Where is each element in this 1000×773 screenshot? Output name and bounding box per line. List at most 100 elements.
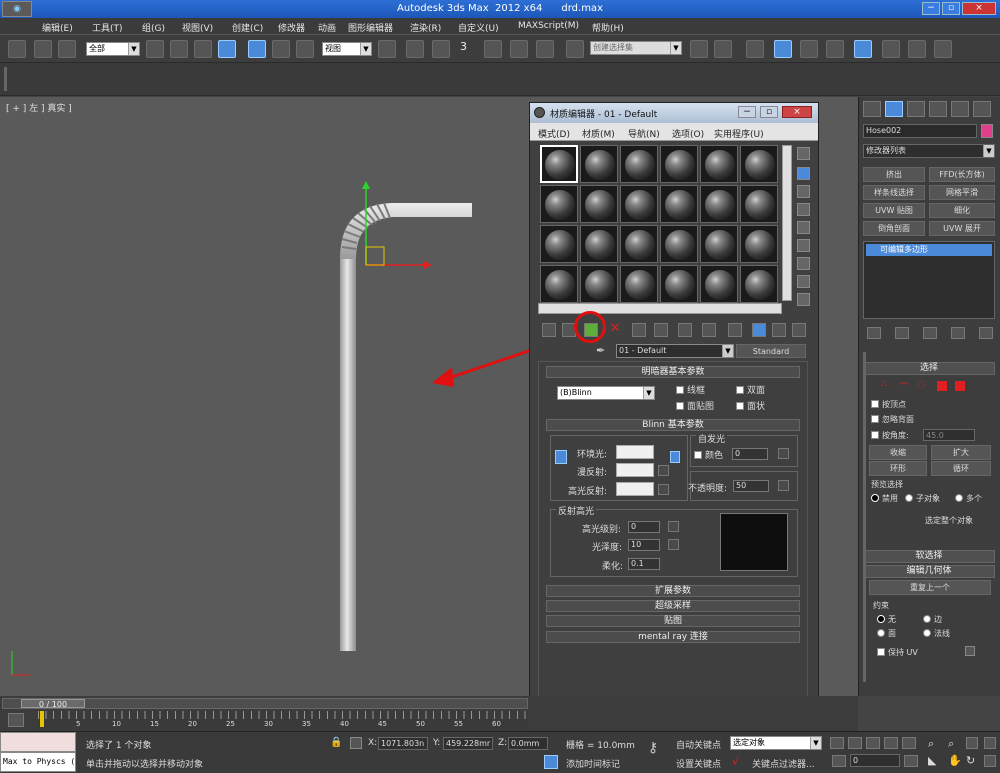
menu-edit[interactable]: 编辑(E) [42,21,73,34]
sample-slot[interactable] [700,225,738,263]
diffuse-color-swatch[interactable] [616,463,654,477]
med-minimize-button[interactable]: − [738,106,756,118]
sample-slot[interactable] [580,265,618,303]
maps-header[interactable]: 贴图 [546,615,800,627]
schematic-view-icon[interactable] [826,40,844,58]
z-coordinate-field[interactable]: 0.0mm [508,737,548,750]
rendered-frame-icon[interactable] [908,40,926,58]
spline-select-button[interactable]: 样条线选择 [863,185,925,200]
y-coordinate-field[interactable]: 459.228mr [443,737,493,750]
preview-disabled-radio[interactable]: 禁用 [871,493,898,504]
material-type-button[interactable]: Standard [736,344,806,358]
lock-ambient-diffuse-icon[interactable] [555,450,567,464]
specular-color-swatch[interactable] [616,482,654,496]
element-level-icon[interactable] [955,381,965,391]
sample-slot[interactable] [740,185,778,223]
undo-icon[interactable] [8,40,26,58]
sample-slot[interactable] [620,145,658,183]
pin-stack-icon[interactable] [867,327,881,339]
constraint-face-radio[interactable]: 面 [877,628,896,639]
eyedropper-icon[interactable]: ✒ [596,344,605,357]
curve-editor-icon[interactable] [800,40,818,58]
move-gizmo[interactable] [362,181,432,269]
video-color-check-icon[interactable] [797,221,810,234]
show-end-result-icon[interactable] [728,323,742,337]
auto-key-button[interactable]: 自动关键点 [676,738,721,751]
unwrap-uvw-button[interactable]: UVW 展开 [929,221,995,236]
key-mode-toggle-icon[interactable] [832,755,846,767]
sample-slot[interactable] [540,225,578,263]
zoom-extents-all-icon[interactable] [984,737,996,749]
track-bar[interactable]: 5 10 15 20 25 30 35 40 45 50 55 60 [38,711,528,729]
backlight-icon[interactable] [797,167,810,180]
select-move-icon[interactable] [248,40,266,58]
minimize-button[interactable]: − [922,2,940,15]
shader-type-dropdown[interactable]: (B)Blinn ▼ [557,386,655,400]
material-editor-titlebar[interactable]: 材质编辑器 - 01 - Default − ▫ × [530,103,818,123]
next-frame-icon[interactable] [884,737,898,749]
select-manipulate-icon[interactable] [406,40,424,58]
show-map-in-viewport-icon[interactable] [702,323,716,337]
key-mode-dropdown[interactable]: 选定对象 ▼ [730,736,822,750]
field-of-view-icon[interactable]: ◣ [928,754,936,767]
prev-frame-icon[interactable] [848,737,862,749]
sample-slot[interactable] [740,265,778,303]
med-menu-utilities[interactable]: 实用程序(U) [714,127,764,140]
select-scale-icon[interactable] [296,40,314,58]
specular-level-spinner[interactable]: 0 [628,521,660,533]
put-to-library-icon[interactable] [654,323,668,337]
menu-rendering[interactable]: 渲染(R) [410,21,441,34]
slots-vscrollbar[interactable] [782,145,792,301]
percent-snap-icon[interactable] [510,40,528,58]
sample-uv-tiling-icon[interactable] [797,203,810,216]
keyboard-shortcut-icon[interactable] [432,40,450,58]
bevel-profile-button[interactable]: 倒角剖面 [863,221,925,236]
constraint-edge-radio[interactable]: 边 [923,614,942,625]
layer-manager-icon[interactable] [746,40,764,58]
vertex-level-icon[interactable]: ∴ [881,379,887,390]
opacity-map-button[interactable] [778,480,789,491]
specular-level-map-button[interactable] [668,521,679,532]
named-selection-dropdown[interactable]: 创建选择集 ▼ [590,41,682,55]
sample-slot[interactable] [700,185,738,223]
sample-slot[interactable] [660,145,698,183]
border-level-icon[interactable]: ◌ [917,379,926,390]
grow-button[interactable]: 扩大 [931,445,991,460]
opacity-spinner[interactable]: 50 [733,480,769,492]
mini-curve-toggle-icon[interactable] [8,713,24,727]
ffd-box-button[interactable]: FFD(长方体) [929,167,995,182]
extrude-button[interactable]: 挤出 [863,167,925,182]
material-id-channel-icon[interactable] [678,323,692,337]
modifier-list-dropdown[interactable]: 修改器列表 ▼ [863,144,995,158]
go-to-start-icon[interactable] [830,737,844,749]
sample-slot[interactable] [660,225,698,263]
menu-tools[interactable]: 工具(T) [92,21,123,34]
object-name-field[interactable]: Hose002 [863,124,977,138]
constraint-normal-radio[interactable]: 法线 [923,628,950,639]
sample-slot[interactable] [580,225,618,263]
meshsmooth-button[interactable]: 网格平滑 [929,185,995,200]
soft-selection-rollout-header[interactable]: 软选择 [863,550,995,563]
make-unique-icon[interactable] [923,327,937,339]
polygon-level-icon[interactable] [937,381,947,391]
modifier-stack[interactable]: 可编辑多边形 [863,241,995,319]
menu-customize[interactable]: 自定义(U) [458,21,499,34]
orbit-icon[interactable]: ↻ [966,754,975,767]
self-illum-map-button[interactable] [778,448,789,459]
pivot-center-icon[interactable] [378,40,396,58]
shrink-button[interactable]: 收缩 [869,445,927,460]
self-illum-spinner[interactable]: 0 [732,448,768,460]
modify-tab-icon[interactable] [885,101,903,117]
constraint-none-radio[interactable]: 无 [877,614,896,625]
med-close-button[interactable]: × [782,106,812,118]
faceted-checkbox[interactable]: 面状 [736,399,765,412]
bind-spacewarp-icon[interactable] [58,40,76,58]
sample-slot[interactable] [660,265,698,303]
glossiness-map-button[interactable] [668,539,679,550]
med-menu-navigation[interactable]: 导航(N) [628,127,660,140]
select-by-name-icon[interactable] [170,40,188,58]
sample-slot[interactable] [700,265,738,303]
object-color-swatch[interactable] [981,124,993,138]
material-navigator-icon[interactable] [797,293,810,306]
repeat-last-button[interactable]: 重复上一个 [869,580,991,595]
